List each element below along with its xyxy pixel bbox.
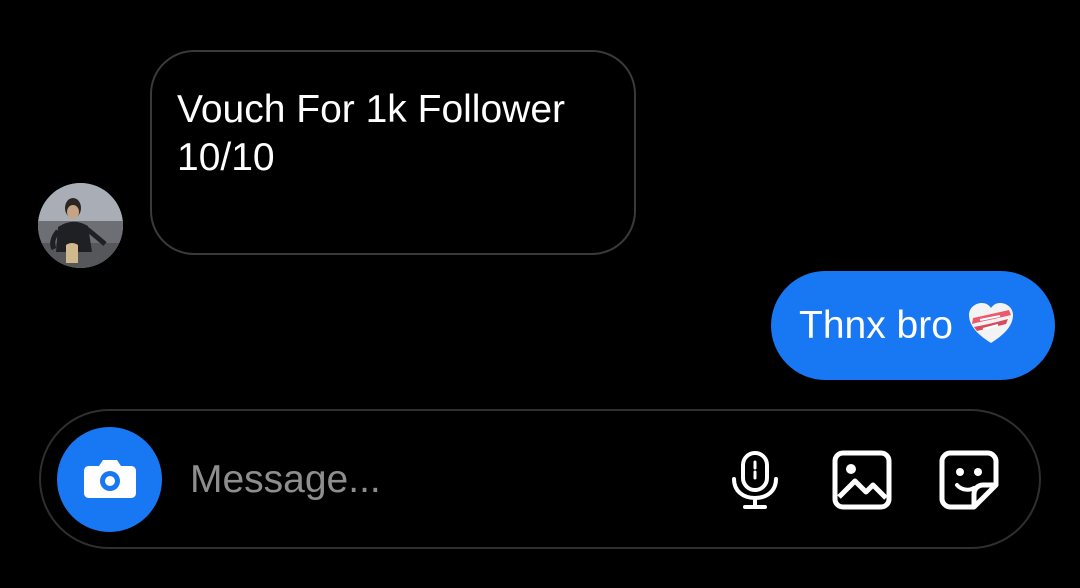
outgoing-message-text: Thnx bro [799,303,953,347]
camera-icon [81,448,139,511]
message-composer [39,409,1041,549]
camera-button[interactable] [57,427,162,532]
sticker-button[interactable] [938,449,1000,511]
message-input[interactable] [190,455,690,505]
gallery-icon [831,450,893,515]
sticker-icon [938,450,1000,515]
avatar-photo [38,183,123,268]
outgoing-message-bubble[interactable]: Thnx bro [771,271,1055,380]
gallery-button[interactable] [831,449,893,511]
incoming-message-text: Vouch For 1k Follower 10/10 [177,88,566,179]
sender-avatar[interactable] [38,183,123,268]
mending-heart-icon [953,300,1017,351]
microphone-button[interactable] [724,449,786,511]
microphone-icon [724,451,786,515]
incoming-message-bubble[interactable]: Vouch For 1k Follower 10/10 [150,50,636,255]
